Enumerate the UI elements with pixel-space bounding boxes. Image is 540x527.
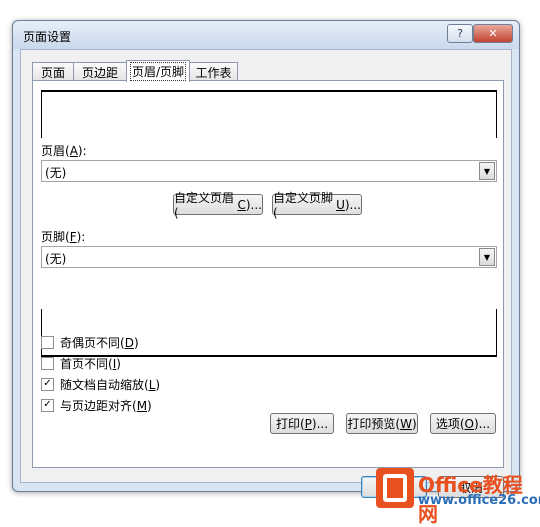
custom-header-button[interactable]: 自定义页眉(C)... (173, 191, 263, 220)
footer-label: 页脚(F): (41, 230, 86, 244)
checkbox-box[interactable] (41, 335, 54, 349)
custom-footer-button[interactable]: 自定义页脚(U)... (272, 191, 362, 220)
checkbox-label: 首页不同(I) (60, 356, 121, 371)
close-button[interactable]: ✕ (473, 24, 513, 43)
close-icon: ✕ (488, 27, 498, 40)
checkbox-scale-with-document[interactable]: ✓ 随文档自动缩放(L) (41, 376, 160, 392)
checkbox-label: 与页边距对齐(M) (60, 398, 152, 413)
checkbox-label: 奇偶页不同(D) (60, 335, 139, 350)
tab-header-footer-label: 页眉/页脚 (129, 62, 187, 81)
tab-page[interactable]: 页面 (32, 62, 74, 81)
header-select-value: (无) (45, 166, 67, 180)
header-label: 页眉(A): (41, 144, 87, 158)
checkbox-different-first-page[interactable]: 首页不同(I) (41, 355, 121, 371)
header-select[interactable]: (无) ▼ (41, 160, 497, 182)
checkbox-label: 随文档自动缩放(L) (60, 377, 161, 392)
checkbox-different-odd-even[interactable]: 奇偶页不同(D) (41, 334, 139, 350)
help-button[interactable]: ? (447, 24, 473, 43)
print-button[interactable]: 打印(P)... (270, 413, 334, 434)
chevron-down-icon[interactable]: ▼ (479, 162, 495, 180)
dialog-title: 页面设置 (23, 30, 72, 44)
page-setup-dialog: 页面设置 ? ✕ 页面 页边距 页眉/页脚 工作表 页眉(A): (无) ▼ 自… (12, 20, 520, 498)
tab-sheet[interactable]: 工作表 (189, 62, 238, 81)
header-footer-panel: 页眉(A): (无) ▼ 自定义页眉(C)... 自定义页脚(U)... 页脚(… (32, 80, 504, 468)
tab-sheet-label: 工作表 (195, 65, 232, 80)
office-logo-icon (376, 468, 414, 508)
footer-select[interactable]: (无) ▼ (41, 246, 497, 268)
tab-margins[interactable]: 页边距 (73, 62, 127, 81)
print-preview-button[interactable]: 打印预览(W) (346, 413, 418, 434)
tab-page-label: 页面 (40, 65, 65, 80)
dialog-client: 页面 页边距 页眉/页脚 工作表 页眉(A): (无) ▼ 自定义页眉(C).. (20, 49, 512, 498)
header-preview (41, 90, 497, 138)
footer-select-value: (无) (45, 252, 67, 266)
help-icon: ? (457, 27, 463, 40)
checkbox-box[interactable]: ✓ (41, 398, 54, 412)
watermark: Office教程网 www.office26.com (376, 468, 540, 526)
tab-margins-label: 页边距 (81, 65, 118, 80)
options-button[interactable]: 选项(O)... (430, 413, 496, 434)
checkbox-box[interactable] (41, 356, 54, 370)
tab-header-footer[interactable]: 页眉/页脚 (126, 60, 190, 82)
watermark-url: www.office26.com (418, 493, 540, 508)
checkbox-box[interactable]: ✓ (41, 377, 54, 391)
chevron-down-icon[interactable]: ▼ (479, 248, 495, 266)
title-bar: 页面设置 ? ✕ (13, 21, 519, 49)
checkbox-align-with-margins[interactable]: ✓ 与页边距对齐(M) (41, 397, 152, 413)
